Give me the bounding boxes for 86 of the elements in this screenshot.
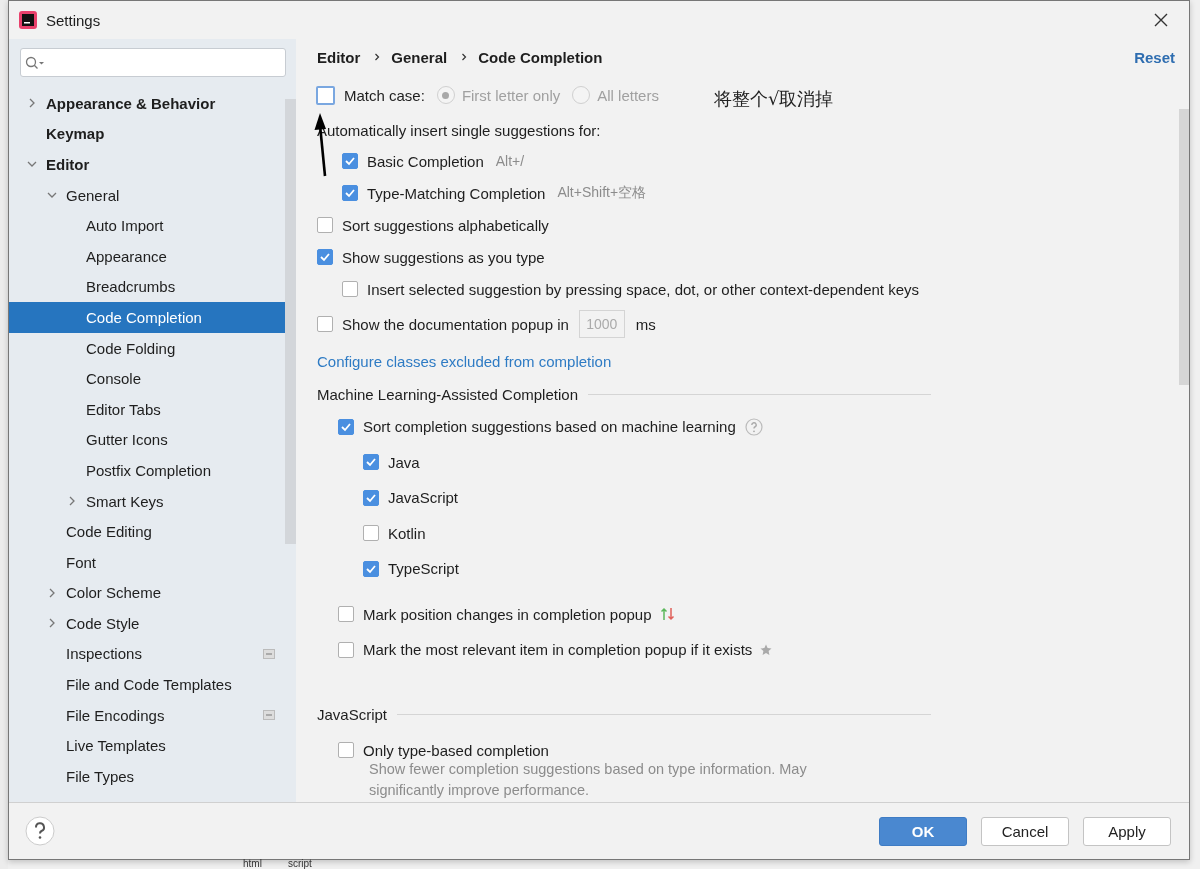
tree-item[interactable]: Appearance	[9, 240, 285, 272]
scrollbar-thumb[interactable]	[285, 99, 296, 544]
checkbox[interactable]	[317, 217, 333, 233]
tree-item[interactable]: Code Style	[9, 608, 285, 639]
tree-item[interactable]: File and Code Templates	[9, 669, 285, 700]
section-title: JavaScript	[317, 706, 388, 723]
checkbox[interactable]	[363, 489, 379, 506]
checkbox[interactable]	[317, 249, 333, 265]
annotation-text: 将整个√取消掉	[714, 87, 834, 111]
tree-item[interactable]: Appearance & Behavior	[9, 88, 285, 119]
tree-item[interactable]: Auto Import	[9, 210, 285, 241]
option-description: Show fewer completion suggestions based on type information. May significantly improve performance.	[368, 759, 808, 800]
checkbox[interactable]	[342, 153, 358, 169]
checkbox[interactable]	[363, 525, 379, 542]
tree-item[interactable]: Font	[9, 546, 285, 578]
checkbox-label: Show the documentation popup in	[342, 315, 569, 333]
checkbox[interactable]	[338, 606, 354, 623]
checkbox-label: Match case:	[344, 86, 425, 104]
checkbox[interactable]	[338, 742, 354, 758]
shortcut-hint: Alt+Shift+空格	[557, 184, 647, 202]
radio-label: First letter only	[461, 86, 561, 104]
editor-breadcrumb: html	[243, 859, 262, 869]
checkbox-label: Mark position changes in completion popup	[363, 605, 652, 623]
checkbox-label: Insert selected suggestion by pressing space, dot, or other context-dependent keys	[367, 280, 919, 298]
checkbox[interactable]	[363, 560, 379, 577]
tree-item[interactable]: File Encodings	[9, 699, 285, 731]
editor-breadcrumb: script	[287, 859, 312, 869]
tree-item[interactable]: Color Scheme	[9, 577, 285, 609]
breadcrumb-item[interactable]: Code Completion	[478, 48, 603, 66]
checkbox[interactable]	[342, 185, 358, 201]
tree-item[interactable]: Inspections	[9, 638, 285, 670]
checkbox-label: Java	[388, 453, 420, 471]
tree-item[interactable]: Gutter Icons	[9, 424, 285, 456]
checkbox-label: Sort completion suggestions based on machine learning	[363, 418, 736, 436]
help-icon[interactable]	[25, 816, 55, 846]
checkbox[interactable]	[316, 85, 335, 105]
chevron-icon[interactable]	[47, 618, 57, 629]
checkbox[interactable]	[363, 454, 379, 471]
checkbox[interactable]	[317, 316, 333, 332]
tree-item[interactable]: Code Editing	[9, 516, 285, 547]
checkbox[interactable]	[338, 418, 354, 435]
dialog-button[interactable]: Cancel	[981, 816, 1069, 846]
tree-item[interactable]: Smart Keys	[9, 485, 285, 517]
chevron-icon	[374, 52, 382, 62]
scrollbar-thumb[interactable]	[1179, 109, 1189, 385]
chevron-icon[interactable]	[27, 98, 37, 109]
checkbox-label: Kotlin	[388, 524, 426, 542]
checkbox-label: Basic Completion	[367, 152, 484, 170]
section-title: Machine Learning-Assisted Completion	[317, 385, 578, 403]
checkbox-label: JavaScript	[388, 489, 459, 507]
tree-item[interactable]: General	[9, 179, 285, 211]
chevron-icon[interactable]	[67, 496, 77, 506]
tree-item[interactable]: Code Folding	[9, 332, 285, 364]
search-field[interactable]	[20, 48, 286, 77]
tree-item[interactable]: Live Templates	[9, 730, 285, 762]
radio-label: All letters	[597, 86, 659, 104]
close-icon[interactable]	[1154, 13, 1168, 27]
tree-item[interactable]: Postfix Completion	[9, 455, 285, 486]
app-logo-icon	[19, 11, 37, 29]
dialog-button[interactable]: Apply	[1083, 816, 1171, 846]
checkbox-label: Sort suggestions alphabetically	[342, 216, 549, 234]
tree-item[interactable]: Keymap	[9, 118, 285, 150]
tree-item[interactable]: Editor	[9, 149, 285, 180]
chevron-icon	[461, 52, 469, 62]
checkbox[interactable]	[342, 281, 358, 297]
tree-item[interactable]: File Types	[9, 761, 285, 792]
breadcrumb-item[interactable]: General	[391, 48, 448, 66]
tree-item[interactable]: Editor Tabs	[9, 393, 285, 425]
checkbox-label: TypeScript	[388, 560, 459, 578]
shortcut-hint: Alt+/	[495, 153, 525, 169]
chevron-icon[interactable]	[47, 587, 57, 598]
reset-link[interactable]: Reset	[1134, 48, 1175, 66]
checkbox-label: Type-Matching Completion	[367, 184, 546, 202]
dialog-button[interactable]: OK	[879, 816, 967, 846]
checkbox-label: Mark the most relevant item in completion popup if it exists	[363, 641, 753, 659]
tree-item[interactable]: Code Completion	[9, 302, 285, 333]
tree-item[interactable]: Console	[9, 363, 285, 394]
breadcrumb-item[interactable]: Editor	[317, 48, 361, 66]
tree-item[interactable]: Breadcrumbs	[9, 271, 285, 303]
window-title: Settings	[46, 11, 101, 29]
unit-label: ms	[635, 315, 656, 333]
checkbox-label: Show suggestions as you type	[342, 248, 545, 266]
checkbox[interactable]	[338, 641, 354, 658]
search-icon	[25, 55, 45, 70]
checkbox-label: Only type-based completion	[363, 741, 549, 759]
configure-link[interactable]: Configure classes excluded from completion	[317, 352, 612, 370]
